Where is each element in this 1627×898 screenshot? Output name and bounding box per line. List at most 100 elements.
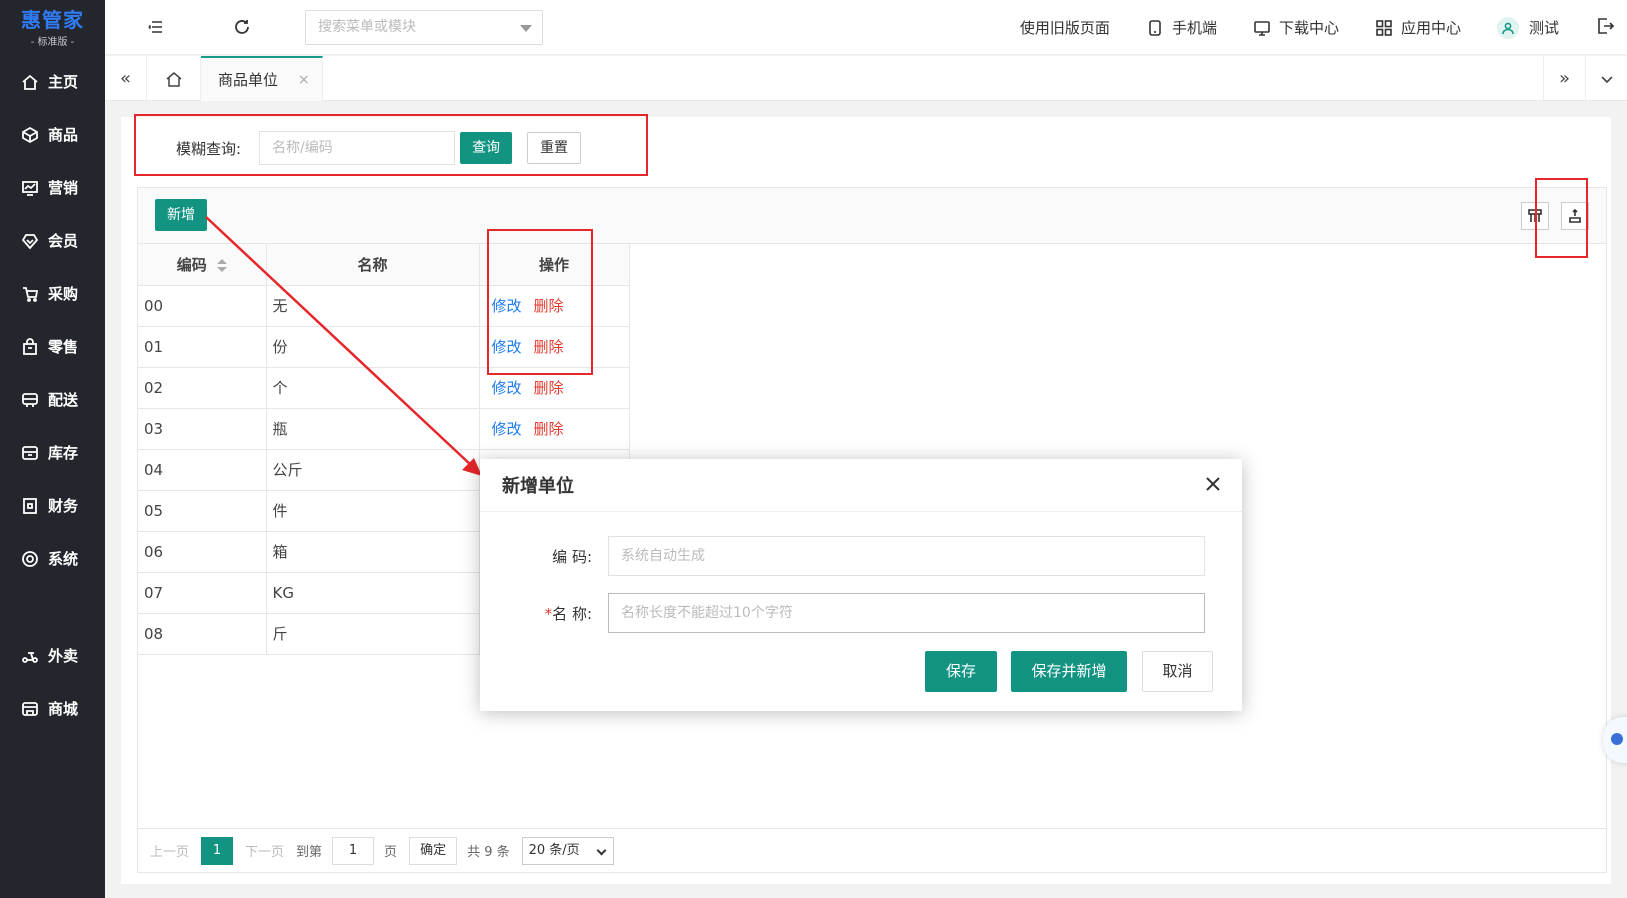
sidebar-item-10[interactable]: 外卖: [0, 629, 105, 682]
logout-icon[interactable]: [1595, 16, 1615, 40]
cell-name: 箱: [266, 531, 480, 573]
sidebar-item-8[interactable]: 财务: [0, 479, 105, 532]
query-button[interactable]: 查询: [460, 132, 513, 164]
save-and-new-button[interactable]: 保存并新增: [1011, 651, 1127, 692]
top-header: 搜索菜单或模块 使用旧版页面 手机端 下载中心 应用中心 测试: [105, 0, 1627, 55]
tabs-dropdown-icon[interactable]: [1585, 56, 1627, 101]
user-menu[interactable]: 测试: [1496, 16, 1559, 39]
sidebar-item-4[interactable]: 采购: [0, 267, 105, 320]
tab-bar: « 商品单位 × »: [105, 56, 1627, 101]
tab-product-unit[interactable]: 商品单位 ×: [201, 56, 323, 101]
total-count: 共 9 条: [467, 845, 510, 860]
mobile-link[interactable]: 手机端: [1146, 17, 1217, 38]
tabs-scroll-left-icon[interactable]: «: [105, 56, 147, 101]
sidebar-item-1[interactable]: 商品: [0, 108, 105, 161]
old-page-label: 使用旧版页面: [1019, 19, 1110, 37]
table-row: 03 瓶修改 删除: [138, 408, 630, 450]
cell-code: 08: [138, 613, 267, 655]
sidebar-item-0[interactable]: 主页: [0, 55, 105, 108]
cell-code: 00: [138, 285, 267, 327]
edit-link[interactable]: 修改: [492, 420, 522, 438]
search-form: 模糊查询: 名称/编码 查询 重置: [176, 131, 582, 165]
sidebar-item-2[interactable]: 营销: [0, 161, 105, 214]
sidebar-item-9[interactable]: 系统: [0, 532, 105, 585]
delete-link[interactable]: 删除: [534, 338, 564, 356]
dialog-header: 新增单位: [480, 459, 1242, 512]
column-header-code[interactable]: 编码: [138, 244, 267, 286]
add-unit-dialog: 新增单位 编 码: 系统自动生成 *名 称: 名称长度不能超过10个字符 保存 …: [480, 459, 1242, 711]
menu-search-select[interactable]: 搜索菜单或模块: [305, 10, 543, 45]
name-field-row: *名 称: 名称长度不能超过10个字符: [480, 593, 1205, 633]
old-page-link[interactable]: 使用旧版页面: [1020, 17, 1110, 38]
column-filter-icon[interactable]: [1521, 202, 1549, 230]
cell-code: 01: [138, 326, 267, 368]
sidebar-item-11[interactable]: 商城: [0, 682, 105, 735]
cell-actions: 修改 删除: [479, 326, 630, 368]
sidebar-item-label: 会员: [48, 232, 79, 250]
save-button[interactable]: 保存: [925, 651, 997, 692]
sidebar-item-6[interactable]: 配送: [0, 373, 105, 426]
current-page[interactable]: 1: [201, 836, 234, 865]
export-icon[interactable]: [1561, 202, 1589, 230]
delete-link[interactable]: 删除: [534, 297, 564, 315]
edit-link[interactable]: 修改: [492, 297, 522, 315]
user-avatar-icon: [1496, 16, 1519, 39]
cell-name: 无: [266, 285, 480, 327]
menu-toggle-icon[interactable]: [147, 17, 167, 37]
home-tab-icon[interactable]: [147, 56, 201, 101]
goto-label: 到第: [296, 845, 323, 860]
cell-name: 个: [266, 367, 480, 409]
delete-link[interactable]: 删除: [534, 420, 564, 438]
cart-icon: [20, 284, 40, 304]
page-size-select[interactable]: 20 条/页: [521, 836, 614, 865]
cell-code: 07: [138, 572, 267, 614]
menu-search-placeholder: 搜索菜单或模块: [318, 19, 416, 35]
reset-button[interactable]: 重置: [527, 132, 582, 164]
cell-actions: 修改 删除: [479, 285, 630, 327]
delete-link[interactable]: 删除: [534, 379, 564, 397]
tab-close-icon[interactable]: ×: [298, 72, 310, 88]
code-field-row: 编 码: 系统自动生成: [480, 536, 1205, 576]
app-center-link[interactable]: 应用中心: [1375, 17, 1461, 38]
add-button[interactable]: 新增: [155, 199, 207, 231]
sidebar-item-7[interactable]: 库存: [0, 426, 105, 479]
sidebar-item-label: 零售: [48, 338, 79, 356]
bag-icon: [20, 337, 40, 357]
name-field[interactable]: 名称长度不能超过10个字符: [608, 593, 1205, 633]
prev-page[interactable]: 上一页: [150, 841, 189, 860]
name-label-text: 名 称:: [552, 604, 592, 623]
cell-code: 04: [138, 449, 267, 491]
user-name: 测试: [1528, 19, 1559, 37]
page-number-input[interactable]: 1: [332, 836, 375, 865]
search-label: 模糊查询:: [176, 139, 242, 158]
code-field[interactable]: 系统自动生成: [608, 536, 1205, 576]
close-icon[interactable]: [1202, 473, 1224, 495]
column-header-name: 名称: [266, 244, 480, 286]
edit-link[interactable]: 修改: [492, 338, 522, 356]
table-row: 01 份修改 删除: [138, 326, 630, 368]
home-icon: [20, 72, 40, 92]
cell-actions: 修改 删除: [479, 367, 630, 409]
sort-icon[interactable]: [216, 258, 227, 272]
refresh-icon[interactable]: [232, 17, 252, 37]
sidebar-item-5[interactable]: 零售: [0, 320, 105, 373]
edit-link[interactable]: 修改: [492, 379, 522, 397]
table-toolbar: 新增: [138, 188, 1606, 244]
phone-icon: [1149, 19, 1161, 36]
goto-confirm-button[interactable]: 确定: [409, 836, 458, 865]
table-row: 00 无修改 删除: [138, 285, 630, 327]
logo[interactable]: 惠管家 - 标准版 -: [0, 0, 105, 55]
table-row: 02 个修改 删除: [138, 367, 630, 409]
search-input[interactable]: 名称/编码: [259, 131, 456, 165]
cell-code: 06: [138, 531, 267, 573]
cancel-button[interactable]: 取消: [1142, 651, 1213, 692]
settings-icon: [20, 549, 40, 569]
diamond-icon: [20, 231, 40, 251]
sidebar-item-label: 配送: [48, 391, 79, 409]
tab-label: 商品单位: [218, 71, 279, 89]
sidebar-item-3[interactable]: 会员: [0, 214, 105, 267]
download-center-link[interactable]: 下载中心: [1253, 17, 1339, 38]
next-page[interactable]: 下一页: [245, 841, 284, 860]
tabs-scroll-right-icon[interactable]: »: [1543, 56, 1585, 101]
download-label: 下载中心: [1278, 19, 1339, 37]
